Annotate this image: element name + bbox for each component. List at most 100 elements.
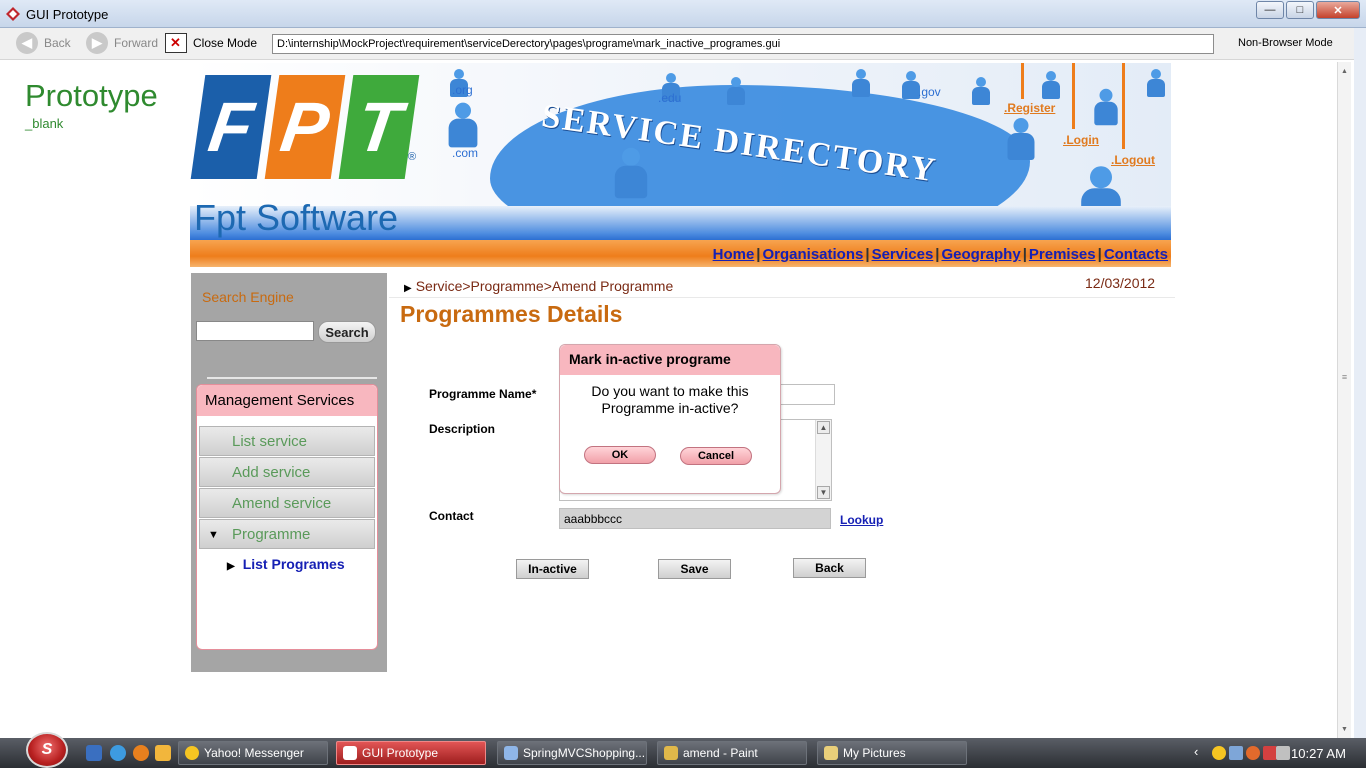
back-button-form[interactable]: Back: [793, 558, 866, 578]
breadcrumb-text: Service>Programme>Amend Programme: [415, 278, 674, 294]
nav-premises[interactable]: Premises: [1029, 246, 1096, 263]
login-divider: [1072, 63, 1075, 129]
domain-edu-label: .edu: [658, 91, 682, 105]
person-icon: [1145, 69, 1167, 97]
caret-down-icon: ▼: [208, 529, 219, 541]
window-scrollbar[interactable]: ▲ ≡ ▼: [1337, 62, 1351, 738]
gui-prototype-icon: [343, 746, 357, 760]
management-services-title: Management Services: [197, 385, 377, 416]
paint-icon: [664, 746, 678, 760]
sidebar-item-list-service[interactable]: List service: [199, 426, 375, 456]
domain-gov-label: .gov: [918, 85, 941, 99]
close-button[interactable]: ✕: [1316, 1, 1360, 19]
close-mode-icon: [165, 33, 187, 53]
task-gui-prototype[interactable]: GUI Prototype: [336, 741, 486, 765]
firefox-icon[interactable]: [133, 745, 149, 761]
inactive-button[interactable]: In-active: [516, 559, 589, 579]
task-yahoo-messenger[interactable]: Yahoo! Messenger: [178, 741, 328, 765]
fpt-logo-t: T: [338, 75, 420, 179]
search-button[interactable]: Search: [318, 321, 376, 343]
search-input[interactable]: [196, 321, 314, 341]
main-nav-links: Home | Organisations | Services | Geography | Pr…: [713, 246, 1168, 263]
minimize-button[interactable]: —: [1256, 1, 1284, 19]
sidebar-item-add-service[interactable]: Add service: [199, 457, 375, 487]
nav-separator: |: [1022, 246, 1027, 263]
fpt-logo-f: F: [190, 75, 272, 179]
domain-com-label: .com: [452, 146, 479, 160]
description-scrollbar[interactable]: ▲ ▼: [815, 420, 831, 500]
sidebar: Search Engine Search Management Services…: [191, 273, 387, 672]
window-title-bar: GUI Prototype — □ ✕: [0, 0, 1366, 28]
sidebar-item-programme[interactable]: ▼ Programme: [199, 519, 375, 549]
management-services-panel: Management Services List service Add ser…: [196, 384, 378, 650]
tray-app-icon[interactable]: [1263, 746, 1277, 760]
person-icon: [1005, 118, 1038, 160]
task-label: Yahoo! Messenger: [204, 746, 304, 760]
scroll-down-icon[interactable]: ▼: [817, 486, 830, 499]
task-label: My Pictures: [843, 746, 906, 760]
security-icon[interactable]: [1246, 746, 1260, 760]
back-label: Back: [44, 36, 71, 50]
dialog-message: Do you want to make this Programme in-ac…: [591, 383, 749, 416]
cube-icon: [504, 746, 518, 760]
forward-button[interactable]: ▶ Forward: [86, 32, 158, 54]
scroll-up-icon[interactable]: ▲: [1339, 64, 1350, 78]
scroll-down-icon[interactable]: ▼: [1339, 722, 1350, 736]
person-icon: [1040, 71, 1062, 99]
prototype-title: Prototype: [25, 78, 158, 113]
caret-right-icon: ▶: [227, 561, 235, 572]
address-field[interactable]: D:\internship\MockProject\requirement\se…: [272, 34, 1214, 54]
main-nav-bar: Home | Organisations | Services | Geography | Pr…: [190, 240, 1171, 267]
search-engine-label: Search Engine: [202, 289, 294, 305]
back-button[interactable]: ◀ Back: [16, 32, 71, 54]
sidebar-subitem-list-programes[interactable]: ▶ List Programes: [227, 556, 345, 572]
sidebar-item-amend-service[interactable]: Amend service: [199, 488, 375, 518]
window-right-edge: [1354, 28, 1366, 738]
company-name: Fpt Software: [194, 197, 399, 238]
nav-geography[interactable]: Geography: [942, 246, 1021, 263]
domain-org-label: .org: [452, 83, 473, 97]
scroll-grip-icon[interactable]: ≡: [1339, 372, 1350, 384]
network-icon[interactable]: [1229, 746, 1243, 760]
nav-contacts[interactable]: Contacts: [1104, 246, 1168, 263]
login-link[interactable]: .Login: [1063, 133, 1099, 147]
clock[interactable]: 10:27 AM: [1291, 746, 1346, 761]
yahoo-tray-icon[interactable]: [1212, 746, 1226, 760]
browser-mode-toggle[interactable]: Non-Browser Mode: [1238, 37, 1333, 49]
nav-home[interactable]: Home: [713, 246, 755, 263]
sidebar-subitem-label: List Programes: [242, 556, 345, 572]
programme-name-label: Programme Name*: [429, 387, 537, 401]
lookup-link[interactable]: Lookup: [840, 513, 883, 527]
nav-separator: |: [756, 246, 761, 263]
task-label: GUI Prototype: [362, 746, 439, 760]
maximize-button[interactable]: □: [1286, 1, 1314, 19]
internet-explorer-icon[interactable]: [110, 745, 126, 761]
nav-organisations[interactable]: Organisations: [763, 246, 864, 263]
logout-link[interactable]: .Logout: [1111, 153, 1155, 167]
task-paint[interactable]: amend - Paint: [657, 741, 807, 765]
contact-field[interactable]: aaabbbccc: [559, 508, 831, 529]
quick-launch-icon[interactable]: [155, 745, 171, 761]
scroll-up-icon[interactable]: ▲: [817, 421, 830, 434]
task-my-pictures[interactable]: My Pictures: [817, 741, 967, 765]
save-button[interactable]: Save: [658, 559, 731, 579]
header-banner: SERVICE DIRECTORY .org .edu .gov .com F …: [190, 63, 1171, 240]
prototype-subtitle: _blank: [25, 116, 64, 131]
app-icon: [6, 7, 20, 21]
show-desktop-icon[interactable]: [86, 745, 102, 761]
mark-inactive-dialog: Mark in-active programe Do you want to m…: [559, 344, 781, 494]
tray-expand-icon[interactable]: ‹: [1194, 744, 1198, 759]
task-springmvc[interactable]: SpringMVCShopping...: [497, 741, 647, 765]
close-mode-button[interactable]: Close Mode: [165, 32, 257, 54]
start-button[interactable]: S: [26, 732, 68, 768]
folder-icon: [824, 746, 838, 760]
dialog-cancel-button[interactable]: Cancel: [680, 447, 752, 465]
register-link[interactable]: .Register: [1004, 101, 1055, 115]
nav-services[interactable]: Services: [872, 246, 934, 263]
forward-arrow-icon: ▶: [86, 32, 108, 54]
breadcrumb: ▶ Service>Programme>Amend Programme: [404, 278, 673, 294]
dialog-title: Mark in-active programe: [560, 345, 780, 375]
dialog-ok-button[interactable]: OK: [584, 446, 656, 464]
person-icon: [850, 69, 872, 97]
volume-icon[interactable]: [1276, 746, 1290, 760]
